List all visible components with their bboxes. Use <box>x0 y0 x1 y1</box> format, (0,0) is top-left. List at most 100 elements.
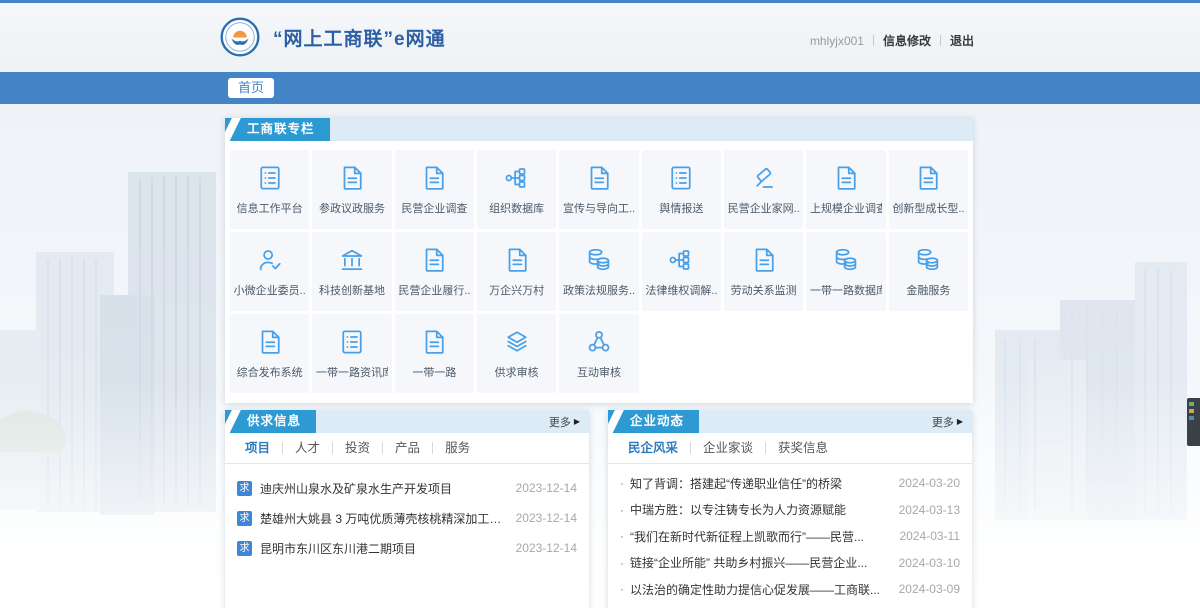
news-item-date: 2024-03-13 <box>899 503 960 517</box>
news-item[interactable]: ·中瑞方胜：以专注铸专长为人力资源赋能2024-03-13 <box>620 497 960 524</box>
supply-item[interactable]: 求昆明市东川区东川港二期项目2023-12-14 <box>237 533 577 563</box>
app-tile-label: 金融服务 <box>906 282 950 298</box>
news-item[interactable]: ·以法治的确定性助力提信心促发展——工商联...2024-03-09 <box>620 576 960 603</box>
main-nav: 首页 <box>0 72 1200 104</box>
app-tile-label: 科技创新基地 <box>319 282 385 298</box>
floating-widget[interactable] <box>1187 398 1200 446</box>
layers-icon <box>502 327 532 357</box>
account-bar: mhlyjx001 信息修改 退出 <box>810 32 974 49</box>
app-tile-label: 小微企业委员... <box>234 282 306 298</box>
app-tile[interactable]: 法律维权调解... <box>642 232 721 311</box>
supply-tab[interactable]: 项目 <box>233 442 283 454</box>
supply-item-title: 楚雄州大姚县 3 万吨优质薄壳核桃精深加工及科... <box>260 510 506 527</box>
bullet-icon: · <box>620 503 624 517</box>
widget-dot <box>1189 402 1194 406</box>
news-item[interactable]: ·“我们在新时代新征程上凯歌而行”——民营...2024-03-11 <box>620 523 960 550</box>
person-check-icon <box>255 245 285 275</box>
database-icon <box>831 245 861 275</box>
supply-tab[interactable]: 投资 <box>333 442 383 454</box>
apps-panel: 工商联专栏 信息工作平台参政议政服务民营企业调查组织数据库宣传与导向工... 舆情… <box>225 118 973 403</box>
app-tile-label: 万企兴万村 <box>489 282 544 298</box>
doc-icon <box>749 245 779 275</box>
news-item[interactable]: ·知了背调：搭建起“传递职业信任”的桥梁2024-03-20 <box>620 470 960 497</box>
doc-icon <box>419 327 449 357</box>
more-label: 更多 <box>549 414 571 430</box>
app-tile-label: 上规模企业调查 <box>810 200 882 216</box>
username: mhlyjx001 <box>810 34 864 48</box>
app-grid: 信息工作平台参政议政服务民营企业调查组织数据库宣传与导向工...舆情报送民营企业… <box>225 141 973 402</box>
supply-tab[interactable]: 产品 <box>383 442 433 454</box>
app-tile[interactable]: 一带一路资讯库 <box>312 314 391 393</box>
separator <box>873 35 874 46</box>
separator <box>940 35 941 46</box>
app-tile-label: 劳动关系监测 <box>731 282 797 298</box>
bank-icon <box>337 245 367 275</box>
news-panel-title: 企业动态 <box>608 410 699 433</box>
app-tile[interactable]: 创新型成长型... <box>889 150 968 229</box>
app-tile[interactable]: 政策法规服务... <box>559 232 638 311</box>
news-tab[interactable]: 民企风采 <box>616 442 691 454</box>
app-tile-label: 供求审核 <box>495 364 539 380</box>
doc-icon <box>584 163 614 193</box>
supply-tab[interactable]: 服务 <box>433 442 482 454</box>
news-more-link[interactable]: 更多 ▶ <box>932 410 963 433</box>
doc-icon <box>255 327 285 357</box>
news-item[interactable]: ·链接“企业所能” 共助乡村振兴——民营企业...2024-03-10 <box>620 550 960 577</box>
supply-panel-title: 供求信息 <box>225 410 316 433</box>
supply-item-date: 2023-12-14 <box>516 511 577 525</box>
demand-badge: 求 <box>237 481 252 496</box>
page: “网上工商联”e网通 mhlyjx001 信息修改 退出 首页 工商联专栏 信息… <box>0 0 1200 608</box>
bullet-icon: · <box>620 529 624 543</box>
supply-item[interactable]: 求迪庆州山泉水及矿泉水生产开发项目2023-12-14 <box>237 473 577 503</box>
app-tile[interactable]: 民营企业家网... <box>724 150 803 229</box>
supply-tabs: 项目人才投资产品服务 <box>225 433 589 464</box>
app-tile[interactable]: 金融服务 <box>889 232 968 311</box>
apps-panel-header: 工商联专栏 <box>225 118 973 141</box>
app-tile[interactable]: 宣传与导向工... <box>559 150 638 229</box>
app-tile-label: 政策法规服务... <box>563 282 635 298</box>
news-list: ·知了背调：搭建起“传递职业信任”的桥梁2024-03-20·中瑞方胜：以专注铸… <box>608 464 972 603</box>
news-tab[interactable]: 企业家谈 <box>691 442 766 454</box>
doc-icon <box>419 245 449 275</box>
nav-home-button[interactable]: 首页 <box>228 78 274 98</box>
app-tile[interactable]: 科技创新基地 <box>312 232 391 311</box>
more-arrow-icon: ▶ <box>574 418 580 426</box>
app-tile-label: 参政议政服务 <box>319 200 385 216</box>
app-tile-label: 民营企业调查 <box>401 200 467 216</box>
app-tile[interactable]: 万企兴万村 <box>477 232 556 311</box>
site-logo-icon <box>220 17 260 57</box>
news-item-date: 2024-03-20 <box>899 476 960 490</box>
app-tile[interactable]: 参政议政服务 <box>312 150 391 229</box>
app-tile[interactable]: 综合发布系统 <box>230 314 309 393</box>
app-tile[interactable]: 舆情报送 <box>642 150 721 229</box>
news-item-title: 链接“企业所能” 共助乡村振兴——民营企业... <box>630 554 889 571</box>
news-tab[interactable]: 获奖信息 <box>766 442 840 454</box>
list-icon <box>255 163 285 193</box>
app-tile[interactable]: 供求审核 <box>477 314 556 393</box>
supply-tab[interactable]: 人才 <box>283 442 333 454</box>
app-tile[interactable]: 一带一路数据库 <box>806 232 885 311</box>
app-tile[interactable]: 小微企业委员... <box>230 232 309 311</box>
site-title: “网上工商联”e网通 <box>273 24 446 51</box>
app-tile-label: 宣传与导向工... <box>563 200 635 216</box>
bullet-icon: · <box>620 476 624 490</box>
app-tile[interactable]: 劳动关系监测 <box>724 232 803 311</box>
news-item-date: 2024-03-11 <box>900 529 961 543</box>
app-tile[interactable]: 信息工作平台 <box>230 150 309 229</box>
bullet-icon: · <box>620 556 624 570</box>
news-tabs: 民企风采企业家谈获奖信息 <box>608 433 972 464</box>
app-tile[interactable]: 组织数据库 <box>477 150 556 229</box>
app-tile[interactable]: 民营企业履行... <box>395 232 474 311</box>
app-tile[interactable]: 互动审核 <box>559 314 638 393</box>
supply-more-link[interactable]: 更多 ▶ <box>549 410 580 433</box>
supply-item[interactable]: 求楚雄州大姚县 3 万吨优质薄壳核桃精深加工及科...2023-12-14 <box>237 503 577 533</box>
org-icon <box>502 163 532 193</box>
app-tile[interactable]: 民营企业调查 <box>395 150 474 229</box>
logout-link[interactable]: 退出 <box>950 32 974 49</box>
modify-info-link[interactable]: 信息修改 <box>883 32 931 49</box>
app-tile[interactable]: 一带一路 <box>395 314 474 393</box>
apps-panel-title: 工商联专栏 <box>225 118 330 141</box>
seal-icon <box>749 163 779 193</box>
app-tile[interactable]: 上规模企业调查 <box>806 150 885 229</box>
supply-item-date: 2023-12-14 <box>516 541 577 555</box>
